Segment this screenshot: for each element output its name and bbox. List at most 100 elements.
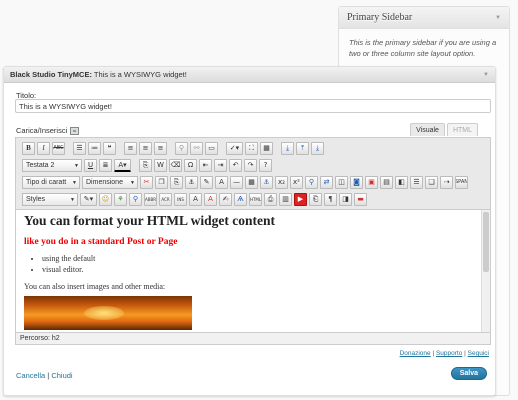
font-a-red-icon[interactable]: A <box>204 193 217 206</box>
superscript-icon[interactable]: x² <box>290 176 303 189</box>
pagebreak-icon[interactable]: ⎗ <box>309 193 322 206</box>
anchor-icon[interactable]: ⚓ <box>185 176 198 189</box>
styles-select[interactable]: Styles ▼ <box>22 193 78 206</box>
bg-color-icon[interactable]: A <box>215 176 228 189</box>
format-select[interactable]: Testata 2 ▼ <box>22 159 82 172</box>
ins-icon[interactable]: INS <box>174 193 187 206</box>
strikethrough-icon[interactable]: ABC <box>52 142 65 155</box>
replace-icon[interactable]: ⇄ <box>320 176 333 189</box>
youtube-icon[interactable]: ▶ <box>294 193 307 206</box>
indent-icon[interactable]: ⇥ <box>214 159 227 172</box>
nonbreaking-icon[interactable]: ¶ <box>324 193 337 206</box>
subscript-icon[interactable]: x₂ <box>275 176 288 189</box>
font-a-icon[interactable]: A <box>189 193 202 206</box>
upload-insert[interactable]: Carica/Inserisci <box>16 126 80 135</box>
find-icon[interactable]: ⚲ <box>305 176 318 189</box>
title-input[interactable] <box>15 99 491 113</box>
scrollbar-thumb[interactable] <box>483 212 489 272</box>
hr-icon[interactable]: — <box>230 176 243 189</box>
word-count-icon[interactable]: Ѧ <box>234 193 247 206</box>
insert-date-icon[interactable]: ⚘ <box>114 193 127 206</box>
attributes-icon[interactable]: ✍ <box>219 193 232 206</box>
grid-icon[interactable]: ▥ <box>279 193 292 206</box>
search-replace-icon[interactable]: ⚲ <box>129 193 142 206</box>
cancel-link[interactable]: Cancella <box>16 371 45 380</box>
help-icon[interactable]: ? <box>259 159 272 172</box>
add-media-icon[interactable] <box>70 126 80 135</box>
unlink-icon[interactable]: ⚯ <box>190 142 203 155</box>
close-link[interactable]: Chiudi <box>51 371 72 380</box>
preview-icon[interactable]: ◧ <box>395 176 408 189</box>
justify-icon[interactable]: ≣ <box>99 159 112 172</box>
template-icon[interactable]: ☰ <box>410 176 423 189</box>
layer-icon[interactable]: ▤ <box>380 176 393 189</box>
content-paragraph: You can also insert images and other med… <box>24 282 166 291</box>
tab-visual[interactable]: Visuale <box>410 123 445 136</box>
highlight-icon[interactable]: ✎ <box>200 176 213 189</box>
sunset-image[interactable] <box>24 296 192 330</box>
media-icon[interactable]: ▣ <box>365 176 378 189</box>
blockformat-icon[interactable]: ◨ <box>339 193 352 206</box>
cut-icon[interactable]: ✂ <box>140 176 153 189</box>
blockquote-icon[interactable]: ❝ <box>103 142 116 155</box>
sidebar-toggle-icon[interactable]: ▼ <box>495 15 501 21</box>
editor-scrollbar[interactable] <box>481 210 490 333</box>
outdent-icon[interactable]: ⇤ <box>199 159 212 172</box>
align-left-icon[interactable]: ≡ <box>124 142 137 155</box>
insert-widget-icon[interactable]: ⤓ <box>281 142 294 155</box>
insert-top-icon[interactable]: ⤒ <box>296 142 309 155</box>
insert-bottom-icon[interactable]: ⤓ <box>311 142 324 155</box>
image-icon[interactable]: ◙ <box>350 176 363 189</box>
cite-icon[interactable]: ❑ <box>425 176 438 189</box>
delete-icon[interactable]: ▬ <box>354 193 367 206</box>
emoticon-icon[interactable]: ☺ <box>99 193 112 206</box>
bullet-list-icon[interactable]: ☰ <box>73 142 86 155</box>
tab-html[interactable]: HTML <box>446 123 478 136</box>
spellcheck-icon[interactable]: ✓▾ <box>226 142 243 155</box>
save-button[interactable]: Salva <box>450 367 487 380</box>
sidebar-header[interactable]: Primary Sidebar ▼ <box>339 7 509 29</box>
support-link[interactable]: Supporto <box>436 350 462 357</box>
table-icon[interactable]: ▦ <box>245 176 258 189</box>
paste-word-icon[interactable]: W <box>154 159 167 172</box>
more-tag-icon[interactable]: ▭ <box>205 142 218 155</box>
upload-label[interactable]: Carica/Inserisci <box>16 126 67 135</box>
widget-toggle-icon[interactable]: ▼ <box>483 72 489 78</box>
align-center-icon[interactable]: ≡ <box>139 142 152 155</box>
edit-css-icon[interactable]: ✎▾ <box>80 193 97 206</box>
acronym-icon[interactable]: ACR <box>159 193 172 206</box>
spell-icon[interactable]: SPAN <box>455 176 468 189</box>
align-right-icon[interactable]: ≡ <box>154 142 167 155</box>
html-source-icon[interactable]: HTML <box>249 193 262 206</box>
text-color-icon[interactable]: A▾ <box>114 159 131 172</box>
special-char-icon[interactable]: Ω <box>184 159 197 172</box>
remove-format-icon[interactable]: ⌫ <box>169 159 182 172</box>
toolbar-row-2: Testata 2 ▼ U ≣ A▾ ⎘ W ⌫ Ω ⇤ ⇥ ↶ ↷ ? <box>16 157 490 174</box>
undo-icon[interactable]: ↶ <box>229 159 242 172</box>
redo-icon[interactable]: ↷ <box>244 159 257 172</box>
paste-text-icon[interactable]: ⎘ <box>139 159 152 172</box>
font-size-select[interactable]: Dimensione ▼ <box>82 176 138 189</box>
fullscreen-icon[interactable]: ⛶ <box>245 142 258 155</box>
visual-aid-icon[interactable]: ◫ <box>335 176 348 189</box>
paste-icon[interactable]: ⎘ <box>170 176 183 189</box>
anchor-link-icon[interactable]: ⚓ <box>260 176 273 189</box>
font-family-select[interactable]: Tipo di caratt ▼ <box>22 176 80 189</box>
numbered-list-icon[interactable]: ≔ <box>88 142 101 155</box>
link-icon[interactable]: ⚲ <box>175 142 188 155</box>
donate-link[interactable]: Donazione <box>400 350 431 357</box>
ltr-icon[interactable]: ⇢ <box>440 176 453 189</box>
sidebar-description: This is the primary sidebar if you are u… <box>349 38 497 58</box>
copy-icon[interactable]: ❐ <box>155 176 168 189</box>
widget-header[interactable]: Black Studio TinyMCE: This is a WYSIWYG … <box>4 67 495 83</box>
kitchen-sink-icon[interactable]: ▦ <box>260 142 273 155</box>
italic-icon[interactable]: I <box>37 142 50 155</box>
bold-icon[interactable]: B <box>22 142 35 155</box>
editor-content[interactable]: You can format your HTML widget content … <box>16 209 490 333</box>
underline-icon[interactable]: U <box>84 159 97 172</box>
print-icon[interactable]: ⎙ <box>264 193 277 206</box>
sidebar-title: Primary Sidebar <box>347 12 413 23</box>
abbr-icon[interactable]: ABBR <box>144 193 157 206</box>
follow-link[interactable]: Seguici <box>468 350 489 357</box>
tinymce-editor: B I ABC ☰ ≔ ❝ ≡ ≡ ≡ ⚲ ⚯ ▭ ✓▾ ⛶ ▦ ⤓ ⤒ ⤓ T… <box>15 137 491 345</box>
